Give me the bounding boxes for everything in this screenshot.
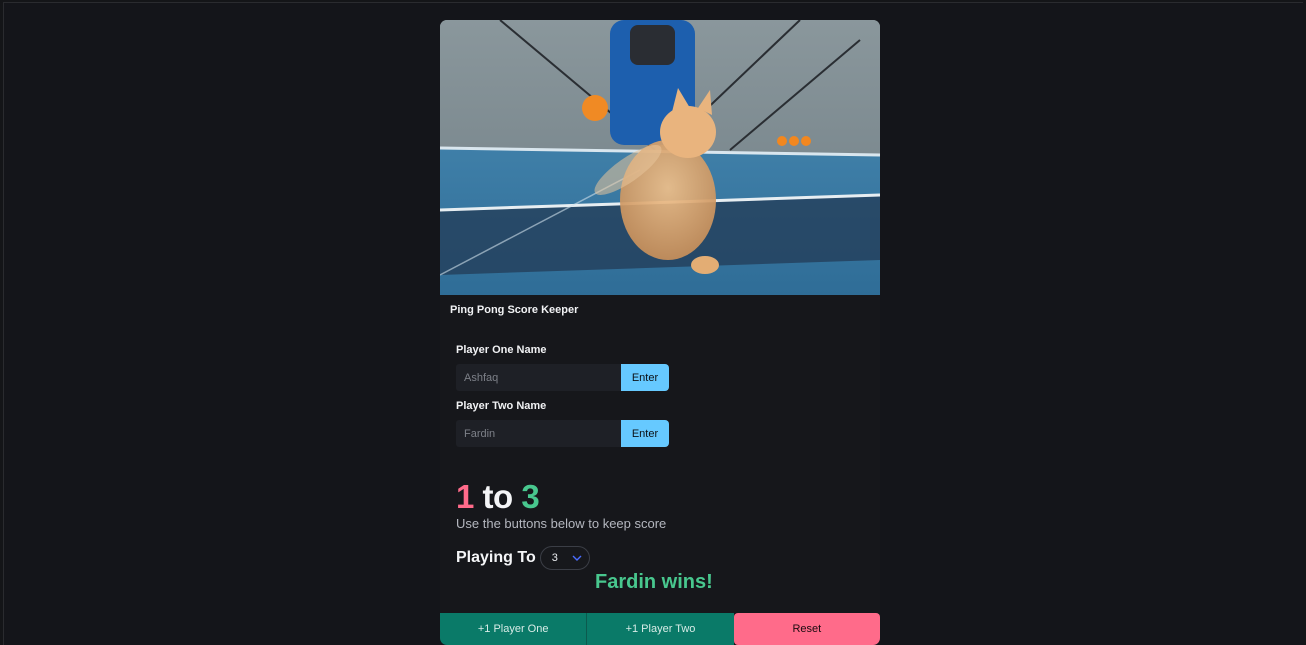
- player-one-name-input[interactable]: [456, 364, 621, 391]
- winner-message: Fardin wins!: [595, 571, 713, 593]
- app-title: Ping Pong Score Keeper: [450, 304, 579, 316]
- cat-ping-pong-photo: [440, 20, 880, 295]
- score-keeper-card: Ping Pong Score Keeper Player One Name E…: [440, 20, 880, 645]
- player-two-row: Enter: [456, 420, 669, 447]
- player-two-score: 3: [521, 478, 540, 515]
- browser-viewport: Ping Pong Score Keeper Player One Name E…: [3, 2, 1303, 645]
- playing-to-control: Playing To 3: [456, 546, 590, 570]
- player-one-row: Enter: [456, 364, 669, 391]
- chevron-down-icon: [572, 555, 582, 561]
- score-separator: to: [482, 478, 514, 515]
- player-one-score: 1: [456, 478, 474, 515]
- player-two-name-input[interactable]: [456, 420, 621, 447]
- player-two-enter-button[interactable]: Enter: [621, 420, 669, 447]
- playing-to-value: 3: [551, 552, 558, 564]
- score-buttons: +1 Player One +1 Player Two Reset: [440, 613, 880, 645]
- playing-to-select[interactable]: 3: [539, 546, 590, 570]
- player-one-enter-button[interactable]: Enter: [621, 364, 669, 391]
- player-one-label: Player One Name: [456, 344, 547, 356]
- player-two-label: Player Two Name: [456, 400, 547, 412]
- add-point-player-one-button[interactable]: +1 Player One: [440, 613, 587, 645]
- score-instructions: Use the buttons below to keep score: [456, 516, 667, 531]
- reset-button[interactable]: Reset: [733, 613, 880, 645]
- score-display: 1 to 3: [456, 475, 540, 519]
- playing-to-label: Playing To: [456, 549, 536, 566]
- hero-image: [440, 20, 880, 295]
- add-point-player-two-button[interactable]: +1 Player Two: [586, 613, 734, 645]
